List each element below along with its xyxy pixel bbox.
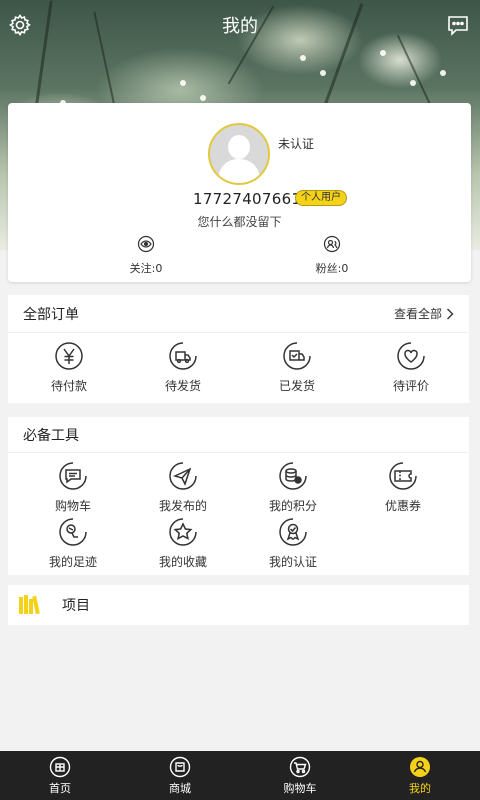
tool-favorites-label: 我的收藏 <box>158 555 207 569</box>
user-phone: 17727407661 <box>193 190 302 208</box>
page-title: 我的 <box>222 16 258 37</box>
star-icon <box>169 518 197 546</box>
chat-list-icon <box>59 462 87 490</box>
tab-mine[interactable]: 我的 <box>360 751 480 800</box>
tab-cart[interactable]: 购物车 <box>240 751 360 800</box>
paper-plane-icon <box>169 462 197 490</box>
view-all-orders-link[interactable]: 查看全部 <box>394 305 454 322</box>
footprint-icon <box>59 518 87 546</box>
store-icon <box>169 756 191 777</box>
tool-coupons-label: 优惠券 <box>384 499 421 513</box>
tool-favorites[interactable]: 我的收藏 <box>128 517 238 570</box>
cart-icon <box>289 756 311 777</box>
tab-store[interactable]: 商城 <box>120 751 240 800</box>
order-pending-shipment-label: 待发货 <box>164 379 201 393</box>
verify-status[interactable]: 未认证 <box>278 135 314 152</box>
coins-icon <box>279 462 307 490</box>
followers-stat[interactable]: 粉丝:0 <box>292 235 372 276</box>
orders-section: 全部订单 查看全部 待付款 待发货 已发货 待评价 <box>8 295 469 403</box>
user-icon <box>410 756 430 777</box>
tab-home-label: 首页 <box>49 781 71 795</box>
order-shipped-label: 已发货 <box>278 379 315 393</box>
following-stat[interactable]: 关注:0 <box>106 235 186 276</box>
tool-my-posts[interactable]: 我发布的 <box>128 461 238 514</box>
bottom-tab-bar: 首页 商城 购物车 我的 <box>0 751 480 800</box>
order-pending-shipment[interactable]: 待发货 <box>128 341 238 394</box>
top-bar: 我的 <box>0 0 480 50</box>
message-icon[interactable] <box>446 13 470 37</box>
order-pending-review[interactable]: 待评价 <box>356 341 466 394</box>
tab-store-label: 商城 <box>169 781 191 795</box>
tool-my-points-label: 我的积分 <box>268 499 317 513</box>
followers-label: 粉丝:0 <box>315 262 349 275</box>
tab-mine-label: 我的 <box>409 781 431 795</box>
heart-icon <box>397 342 425 370</box>
eye-icon <box>137 235 155 253</box>
tool-cart-label: 购物车 <box>54 499 91 513</box>
order-pending-payment[interactable]: 待付款 <box>14 341 124 394</box>
tools-section: 必备工具 购物车 我发布的 我的积分 优惠券 我的足迹 我的收藏 我的认证 <box>8 417 469 575</box>
following-label: 关注:0 <box>129 262 163 275</box>
gear-icon[interactable] <box>8 13 32 37</box>
tool-cart[interactable]: 购物车 <box>18 461 128 514</box>
order-pending-payment-label: 待付款 <box>50 379 87 393</box>
user-bio: 您什么都没留下 <box>197 215 282 229</box>
view-all-label: 查看全部 <box>393 307 442 321</box>
tool-my-posts-label: 我发布的 <box>158 499 207 513</box>
tool-my-verification[interactable]: 我的认证 <box>238 517 348 570</box>
truck-icon <box>169 342 197 370</box>
project-label: 项目 <box>62 598 90 614</box>
tool-my-verification-label: 我的认证 <box>268 555 317 569</box>
tools-title: 必备工具 <box>23 427 79 444</box>
profile-card: 未认证 17727407661 个人用户 您什么都没留下 关注:0 粉丝:0 <box>8 103 471 282</box>
order-shipped[interactable]: 已发货 <box>242 341 352 394</box>
fans-icon <box>323 235 341 253</box>
chevron-right-icon <box>447 308 454 319</box>
tab-cart-label: 购物车 <box>283 781 317 795</box>
project-row[interactable]: 项目 <box>8 585 469 625</box>
shipped-icon <box>283 342 311 370</box>
user-type-badge: 个人用户 <box>295 190 347 206</box>
tool-footprints[interactable]: 我的足迹 <box>18 517 128 570</box>
tab-home[interactable]: 首页 <box>0 751 120 800</box>
home-icon <box>49 756 71 777</box>
coupon-icon <box>389 462 417 490</box>
books-icon <box>19 595 40 615</box>
tool-my-points[interactable]: 我的积分 <box>238 461 348 514</box>
tool-coupons[interactable]: 优惠券 <box>348 461 458 514</box>
order-pending-review-label: 待评价 <box>392 379 429 393</box>
orders-title: 全部订单 <box>23 306 79 323</box>
verify-icon <box>279 518 307 546</box>
avatar[interactable] <box>208 123 270 185</box>
tool-footprints-label: 我的足迹 <box>48 555 97 569</box>
yen-icon <box>55 342 83 370</box>
